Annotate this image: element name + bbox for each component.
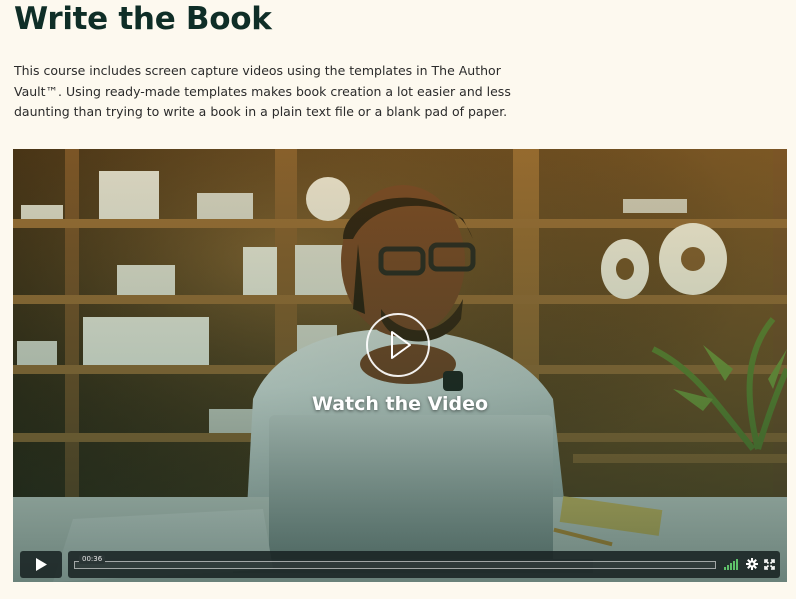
video-player[interactable]: Watch the Video 00:36 [13, 149, 787, 582]
watch-video-label[interactable]: Watch the Video [13, 393, 787, 415]
video-controls: 00:36 [20, 551, 780, 578]
progress-bar[interactable]: 00:36 [74, 555, 716, 569]
volume-bars-icon[interactable] [724, 559, 740, 570]
gear-icon[interactable] [746, 558, 758, 570]
fullscreen-icon[interactable] [764, 559, 775, 570]
control-bar: 00:36 [68, 551, 780, 578]
page-title: Write the Book [14, 1, 272, 37]
current-time-badge: 00:36 [79, 555, 106, 564]
play-icon [36, 558, 47, 571]
play-button[interactable] [20, 551, 62, 578]
intro-paragraph: This course includes screen capture vide… [14, 63, 511, 119]
play-circle-icon[interactable] [366, 313, 430, 377]
